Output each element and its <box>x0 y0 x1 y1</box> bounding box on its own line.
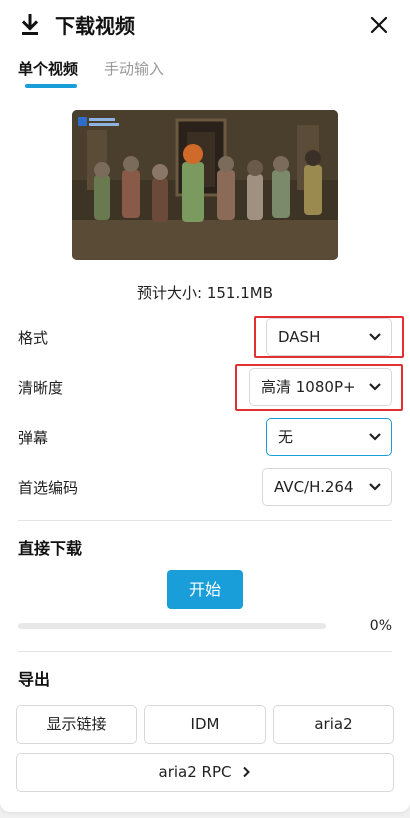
progress-bar <box>18 623 326 629</box>
format-select[interactable]: DASH <box>266 318 392 356</box>
direct-download-title: 直接下载 <box>18 539 83 558</box>
tab-manual-input[interactable]: 手动输入 <box>104 58 164 80</box>
danmaku-value: 无 <box>278 428 294 446</box>
format-value: DASH <box>278 328 321 346</box>
progress-percent: 0% <box>369 618 392 634</box>
chevron-down-icon <box>369 383 381 391</box>
download-panel: 下载视频 单个视频 手动输入 预计大小: 151.1MB 格式 DASH 清晰度… <box>0 0 410 812</box>
idm-button[interactable]: IDM <box>144 705 266 744</box>
danmaku-select[interactable]: 无 <box>266 418 392 456</box>
quality-label: 清晰度 <box>18 379 64 397</box>
download-icon <box>21 14 39 35</box>
export-title: 导出 <box>18 670 51 689</box>
active-tab-indicator <box>25 84 77 88</box>
section-divider <box>18 651 392 652</box>
aria2-rpc-label: aria2 RPC <box>158 763 232 781</box>
aria2-rpc-button[interactable]: aria2 RPC <box>16 753 394 792</box>
danmaku-label: 弹幕 <box>18 429 49 447</box>
quality-select[interactable]: 高清 1080P+ <box>249 368 392 406</box>
format-label: 格式 <box>18 329 49 347</box>
panel-title: 下载视频 <box>55 14 135 38</box>
tab-single-video[interactable]: 单个视频 <box>18 58 78 80</box>
estimated-size: 预计大小: 151.1MB <box>137 284 273 302</box>
codec-value: AVC/H.264 <box>274 478 354 496</box>
tab-bar: 单个视频 手动输入 <box>0 58 410 90</box>
close-icon[interactable] <box>366 12 392 38</box>
show-links-button[interactable]: 显示链接 <box>16 705 137 744</box>
codec-select[interactable]: AVC/H.264 <box>262 468 392 506</box>
chevron-right-icon <box>243 766 251 778</box>
header: 下载视频 <box>0 0 410 52</box>
chevron-down-icon <box>369 483 381 491</box>
chevron-down-icon <box>369 433 381 441</box>
video-thumbnail <box>72 110 338 260</box>
chevron-down-icon <box>369 333 381 341</box>
section-divider <box>18 520 392 521</box>
start-button[interactable]: 开始 <box>167 570 243 609</box>
aria2-button[interactable]: aria2 <box>273 705 394 744</box>
quality-value: 高清 1080P+ <box>261 378 356 396</box>
codec-label: 首选编码 <box>18 479 79 497</box>
